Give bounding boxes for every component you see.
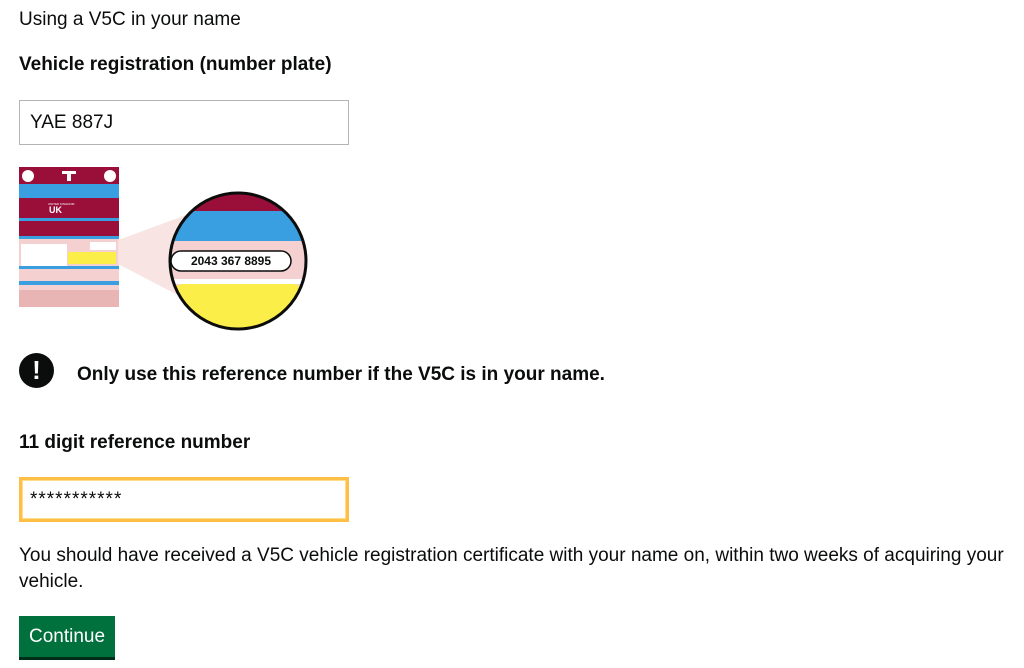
exclamation-icon: ! — [19, 353, 54, 388]
registration-input[interactable] — [19, 100, 349, 145]
continue-button[interactable]: Continue — [19, 616, 116, 657]
warning-callout: ! Only use this reference number if the … — [19, 353, 719, 389]
registration-label: Vehicle registration (number plate) — [19, 54, 332, 75]
reference-hint: You should have received a V5C vehicle r… — [19, 545, 1004, 592]
reference-input[interactable] — [19, 477, 349, 522]
reference-label: 11 digit reference number — [19, 432, 251, 453]
page-intro: Using a V5C in your name — [19, 9, 241, 30]
logo-text: UK — [49, 205, 62, 215]
v5c-document: UNITED KINGDOM UK — [19, 167, 119, 307]
reference-example-text: 2043 367 8895 — [191, 254, 271, 268]
magnifier-circle: 2043 367 8895 — [168, 191, 308, 331]
v5c-illustration: UNITED KINGDOM UK 2043 367 8895 — [19, 167, 308, 331]
warning-text: Only use this reference number if the V5… — [77, 364, 605, 385]
